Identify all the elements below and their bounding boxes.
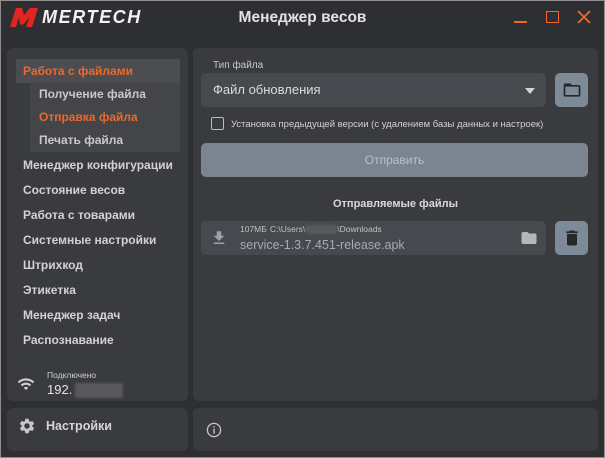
file-path-end: \Downloads [337,224,382,234]
delete-file-button[interactable] [555,221,588,255]
file-type-value: Файл обновления [213,82,321,97]
download-icon [213,231,225,244]
sidebar-item-barcode[interactable]: Штрихкод [7,253,188,278]
trash-icon [566,230,578,246]
brand-name: MERTECH [42,7,142,27]
sidebar-item-label[interactable]: Этикетка [7,278,188,303]
wifi-icon [17,378,35,390]
file-list-item: 107МБ C:\Users\ \Downloads service-1.3.7… [201,221,546,255]
file-path-start: C:\Users\ [269,224,306,234]
settings-label: Настройки [46,419,112,433]
previous-version-checkbox[interactable] [211,117,224,130]
maximize-icon[interactable] [544,9,562,26]
folder-icon[interactable] [520,229,538,247]
folder-open-icon [563,83,581,97]
sidebar-submenu-files: Получение файла Отправка файла Печать фа… [30,83,180,152]
sidebar-item-products[interactable]: Работа с товарами [7,203,188,228]
sidebar-nav-list: Менеджер конфигурации Состояние весов Ра… [7,153,188,353]
previous-version-label: Установка предыдущей версии (с удалением… [231,119,544,130]
sidebar-item-config-manager[interactable]: Менеджер конфигурации [7,153,188,178]
browse-file-button[interactable] [555,73,588,107]
redacted-block [75,383,123,398]
sidebar-item-system-settings[interactable]: Системные настройки [7,228,188,253]
chevron-down-icon [525,88,535,94]
redacted-block [305,224,338,234]
send-button[interactable]: Отправить [201,143,588,177]
sidebar-item-files[interactable]: Работа с файлами [16,59,180,83]
files-heading: Отправляемые файлы [332,198,458,210]
sidebar-item-task-manager[interactable]: Менеджер задач [7,303,188,328]
window-title: Менеджер весов [238,9,367,26]
file-type-select[interactable]: Файл обновления [201,73,546,107]
file-type-label: Тип файла [213,60,264,71]
app-window: MERTECH Менеджер весов Работа с файлами … [0,0,605,458]
connection-status: Подключено [47,370,97,380]
mertech-logo-icon [10,8,38,27]
status-bar [193,408,598,451]
sidebar-subitem-send-file[interactable]: Отправка файла [30,106,180,129]
settings-item[interactable]: Настройки [7,408,188,451]
connection-ip: 192. [47,382,73,397]
file-name: service-1.3.7.451-release.apk [240,238,405,252]
gear-icon [19,418,35,434]
minimize-icon[interactable] [512,10,530,26]
close-icon[interactable] [576,9,592,25]
sidebar-subitem-receive-file[interactable]: Получение файла [30,83,180,106]
sidebar-subitem-print-file[interactable]: Печать файла [30,129,180,152]
info-icon[interactable] [206,422,222,438]
file-size: 107МБ [240,224,267,234]
sidebar-item-recognition[interactable]: Распознавание [7,328,188,353]
main-panel: Тип файла Файл обновления Установка пред… [193,48,598,401]
sidebar-item-scale-status[interactable]: Состояние весов [7,178,188,203]
file-path: 107МБ C:\Users\ \Downloads [240,224,382,234]
sidebar: Работа с файлами Получение файла Отправк… [7,48,188,401]
